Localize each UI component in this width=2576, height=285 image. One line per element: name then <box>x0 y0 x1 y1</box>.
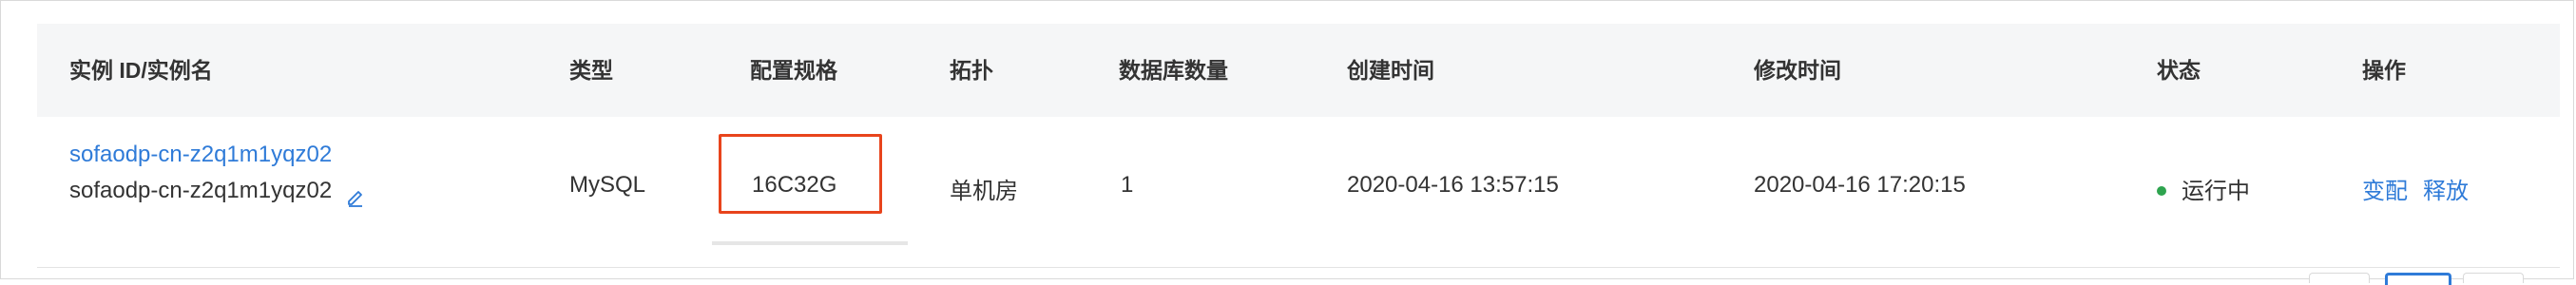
status-cell: 运行中 <box>2157 172 2250 205</box>
table-header: 实例 ID/实例名 类型 配置规格 拓扑 数据库数量 创建时间 修改时间 状态 … <box>37 24 2560 118</box>
instance-cell: sofaodp-cn-z2q1m1yqz02 sofaodp-cn-z2q1m1… <box>69 140 366 210</box>
instance-table-panel: 实例 ID/实例名 类型 配置规格 拓扑 数据库数量 创建时间 修改时间 状态 … <box>0 0 2574 285</box>
db-count-value: 1 <box>1121 172 1134 198</box>
created-time-value: 2020-04-16 13:57:15 <box>1347 172 1559 198</box>
topology-value: 单机房 <box>950 179 1018 204</box>
column-header-actions: 操作 <box>2362 58 2406 83</box>
column-header-type: 类型 <box>569 58 613 83</box>
column-header-spec: 配置规格 <box>750 58 837 83</box>
status-text: 运行中 <box>2182 179 2250 204</box>
pagination-page-button-active[interactable] <box>2385 273 2451 285</box>
change-spec-button[interactable]: 变配 <box>2362 179 2408 204</box>
instance-table: 实例 ID/实例名 类型 配置规格 拓扑 数据库数量 创建时间 修改时间 状态 … <box>37 24 2560 268</box>
spec-highlight-box <box>719 134 882 214</box>
instance-name: sofaodp-cn-z2q1m1yqz02 <box>69 178 333 203</box>
column-header-modified: 修改时间 <box>1754 58 1841 83</box>
table-row: sofaodp-cn-z2q1m1yqz02 sofaodp-cn-z2q1m1… <box>37 117 2560 268</box>
status-dot <box>2157 185 2166 196</box>
instance-id-link[interactable]: sofaodp-cn-z2q1m1yqz02 <box>69 140 366 170</box>
actions-cell: 变配 释放 <box>2362 172 2469 205</box>
type-value: MySQL <box>569 172 646 198</box>
column-header-status: 状态 <box>2157 58 2201 83</box>
pagination-prev-button[interactable] <box>2309 273 2370 283</box>
column-header-instance: 实例 ID/实例名 <box>69 58 213 83</box>
release-button[interactable]: 释放 <box>2423 179 2469 204</box>
modified-time-value: 2020-04-16 17:20:15 <box>1754 172 1966 198</box>
column-header-db-count: 数据库数量 <box>1119 58 1228 83</box>
cell-shadow <box>712 241 908 245</box>
pencil-edit-icon[interactable] <box>345 181 366 207</box>
column-header-topology: 拓扑 <box>950 58 993 83</box>
pagination-next-button[interactable] <box>2463 273 2524 283</box>
column-header-created: 创建时间 <box>1347 58 1434 83</box>
instance-name-line: sofaodp-cn-z2q1m1yqz02 <box>69 172 366 210</box>
